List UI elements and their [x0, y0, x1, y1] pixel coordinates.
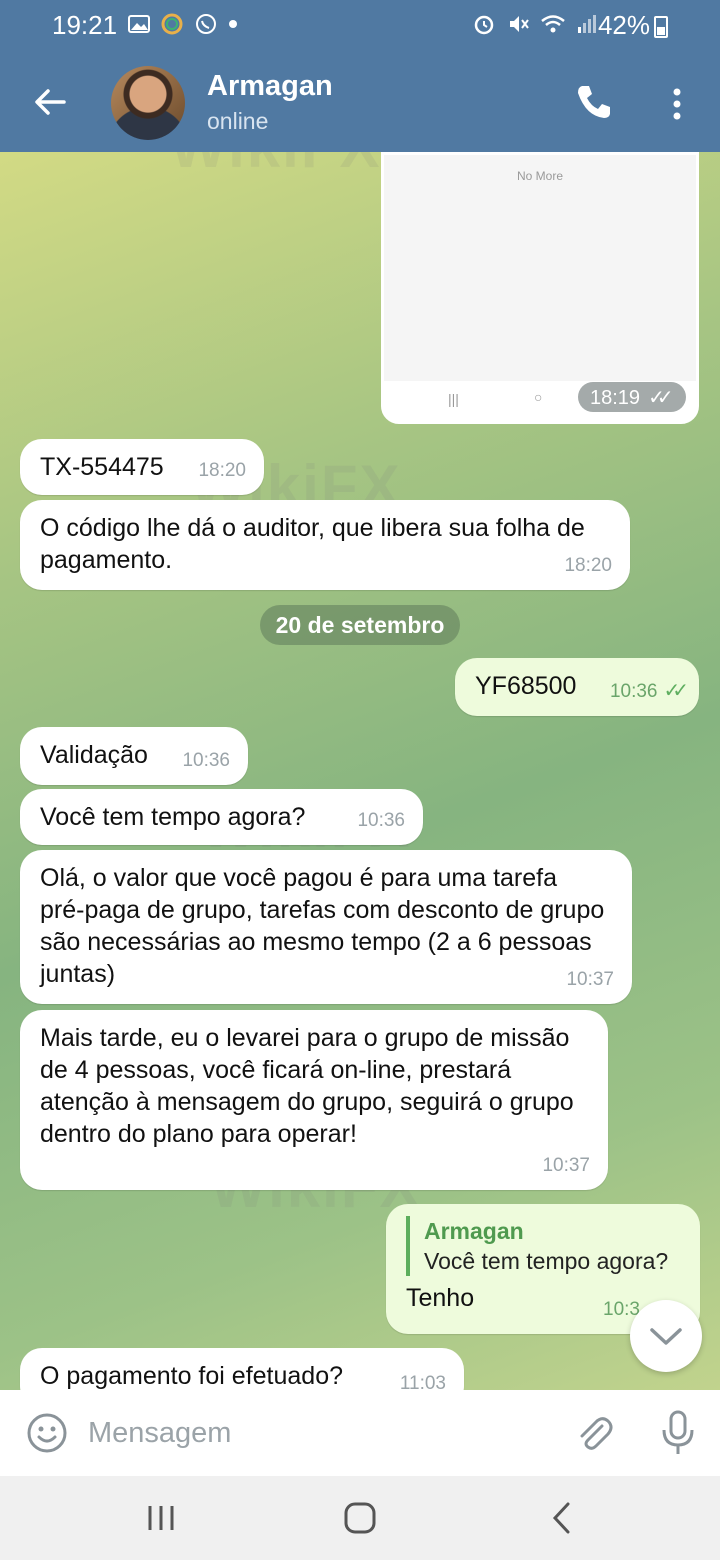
message-time: 10:36 [357, 810, 405, 831]
system-icons [472, 12, 598, 36]
whatsapp-icon [196, 14, 216, 34]
message-composer [0, 1390, 720, 1476]
chat-area[interactable]: WikiFX WikiFX WikiFX WikiFX No More ||| … [0, 152, 720, 1390]
message-bubble[interactable]: Validação 10:36 [20, 727, 248, 785]
message-bubble[interactable]: Mais tarde, eu o levarei para o grupo de… [20, 1010, 608, 1190]
message-time: 11:03 [399, 1373, 446, 1390]
chevron-down-icon [650, 1328, 682, 1345]
message-text: Olá, o valor que você pagou é para uma t… [40, 864, 605, 988]
message-input[interactable] [88, 1410, 548, 1456]
mute-icon [510, 16, 529, 32]
battery-icon [654, 16, 668, 38]
reply-quote[interactable]: Armagan Você tem tempo agora? [406, 1216, 680, 1276]
message-time: 10:37 [566, 969, 614, 990]
message-time: 18:20 [198, 460, 246, 481]
recents-icon: ||| [448, 391, 459, 407]
screenshot-preview: No More [384, 155, 696, 381]
back-arrow-icon[interactable] [28, 80, 72, 124]
notification-icons [128, 12, 238, 36]
scroll-down-button[interactable] [630, 1300, 702, 1372]
alarm-icon [474, 15, 494, 35]
reply-quote-text: Você tem tempo agora? [424, 1248, 669, 1274]
contact-status: online [207, 108, 269, 134]
message-bubble[interactable]: O código lhe dá o auditor, que libera su… [20, 500, 630, 590]
message-text: O pagamento foi efetuado? [40, 1362, 344, 1390]
message-time: 10:36 [182, 750, 230, 771]
wifi-icon [541, 15, 565, 33]
phone-icon[interactable] [572, 80, 616, 124]
gallery-icon [128, 15, 150, 33]
image-timestamp: 18:19 ✓✓ [578, 382, 686, 412]
read-ticks-icon: ✓✓ [663, 680, 688, 702]
message-bubble[interactable]: TX-554475 18:20 [20, 439, 264, 495]
system-navigation-bar [0, 1476, 720, 1560]
dot-icon [229, 20, 237, 28]
circle-app-icon [161, 13, 183, 35]
message-text: YF68500 [475, 672, 577, 700]
home-icon: ○ [534, 389, 543, 405]
message-text: Você tem tempo agora? [40, 803, 306, 831]
battery-percentage: 42% [597, 10, 650, 40]
image-caption: No More [516, 169, 563, 183]
message-text: TX-554475 [40, 453, 164, 481]
message-text: Mais tarde, eu o levarei para o grupo de… [40, 1024, 574, 1148]
contact-name[interactable]: Armagan [207, 70, 333, 103]
message-time: 18:20 [564, 555, 612, 576]
status-time: 19:21 [52, 10, 118, 40]
message-bubble[interactable]: O pagamento foi efetuado? 11:03 [20, 1348, 464, 1390]
message-time: 10:36 ✓✓ [609, 680, 689, 702]
more-options-icon[interactable] [662, 82, 692, 126]
message-bubble-outgoing[interactable]: YF68500 10:36 ✓✓ [455, 658, 699, 716]
message-text: O código lhe dá o auditor, que libera su… [40, 514, 585, 574]
signal-icon [578, 15, 596, 33]
status-bar: 19:21 42% [0, 0, 720, 52]
recent-apps-icon[interactable] [136, 1496, 186, 1540]
watermark: WikiFX [170, 152, 381, 181]
microphone-icon[interactable] [656, 1408, 700, 1458]
back-nav-icon[interactable] [538, 1496, 588, 1540]
date-separator: 20 de setembro [260, 605, 460, 645]
contact-avatar[interactable] [111, 66, 185, 140]
message-bubble[interactable]: Olá, o valor que você pagou é para uma t… [20, 850, 632, 1004]
home-button-icon[interactable] [335, 1496, 385, 1540]
message-bubble[interactable]: Você tem tempo agora? 10:36 [20, 789, 423, 845]
message-text: Validação [40, 741, 148, 769]
reply-quote-name: Armagan [424, 1218, 524, 1244]
chat-header: Armagan online [0, 52, 720, 152]
message-time: 10:37 [542, 1155, 590, 1176]
emoji-icon[interactable] [26, 1412, 68, 1454]
paperclip-icon[interactable] [572, 1412, 616, 1456]
